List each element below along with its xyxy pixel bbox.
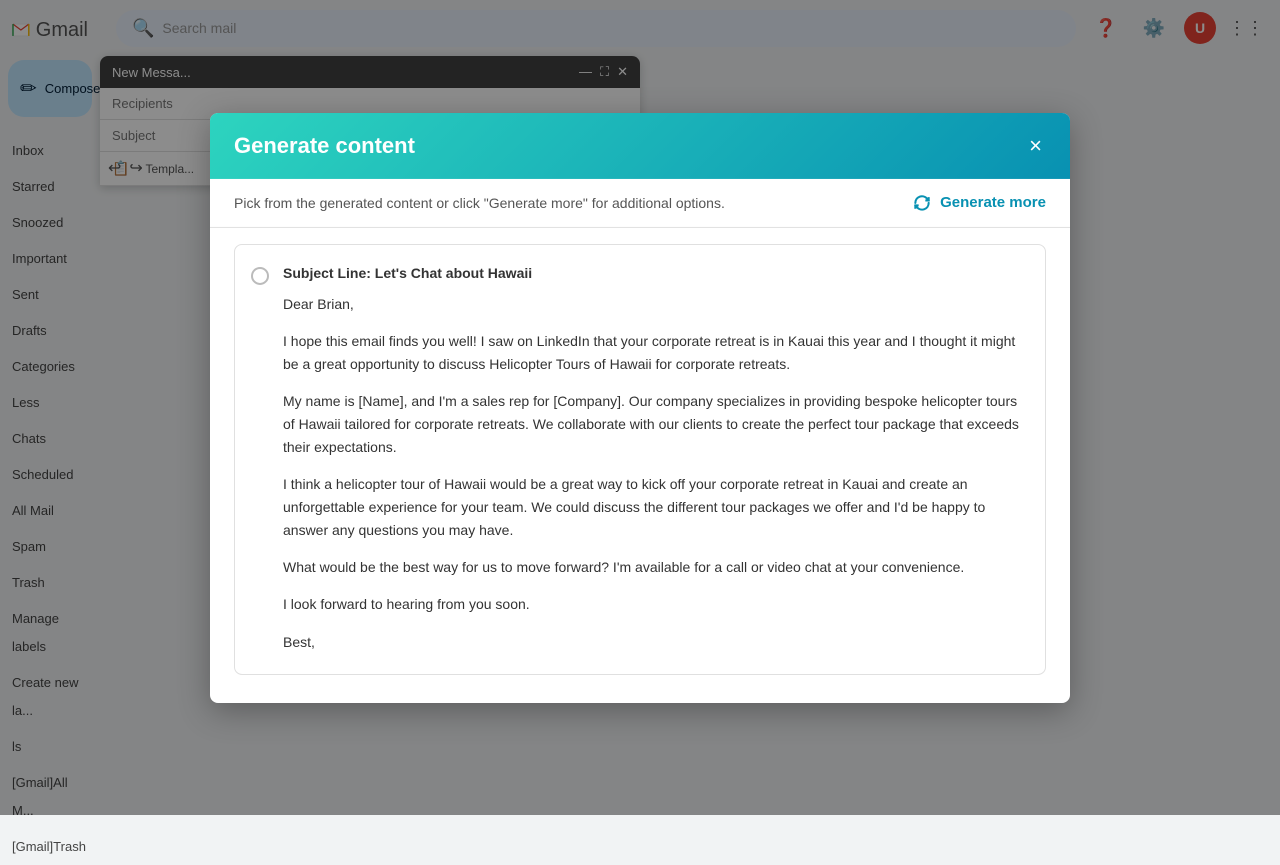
email-option-radio[interactable]: [251, 266, 269, 284]
email-subject-line: Subject Line: Let's Chat about Hawaii: [283, 264, 1025, 280]
modal-close-button[interactable]: ×: [1025, 130, 1046, 160]
email-para-5: I look forward to hearing from you soon.: [283, 593, 1025, 616]
modal-title: Generate content: [234, 132, 415, 158]
modal-toolbar-text: Pick from the generated content or click…: [234, 194, 725, 210]
generate-more-label: Generate more: [940, 194, 1046, 211]
email-content-option: Subject Line: Let's Chat about Hawaii De…: [234, 243, 1046, 674]
email-para-0: Dear Brian,: [283, 292, 1025, 315]
email-para-2: My name is [Name], and I'm a sales rep f…: [283, 390, 1025, 459]
email-para-4: What would be the best way for us to mov…: [283, 556, 1025, 579]
sidebar-item-trash2[interactable]: [Gmail]Trash: [0, 829, 92, 865]
email-body-content: Dear Brian, I hope this email finds you …: [283, 292, 1025, 653]
email-para-3: I think a helicopter tour of Hawaii woul…: [283, 473, 1025, 542]
modal-body: Subject Line: Let's Chat about Hawaii De…: [210, 227, 1070, 702]
modal-toolbar: Pick from the generated content or click…: [210, 178, 1070, 227]
refresh-icon: [912, 192, 932, 212]
email-para-1: I hope this email finds you well! I saw …: [283, 330, 1025, 376]
generate-content-modal: Generate content × Pick from the generat…: [210, 112, 1070, 702]
generate-more-button[interactable]: Generate more: [912, 192, 1046, 212]
email-para-6: Best,: [283, 630, 1025, 653]
modal-header: Generate content ×: [210, 112, 1070, 178]
